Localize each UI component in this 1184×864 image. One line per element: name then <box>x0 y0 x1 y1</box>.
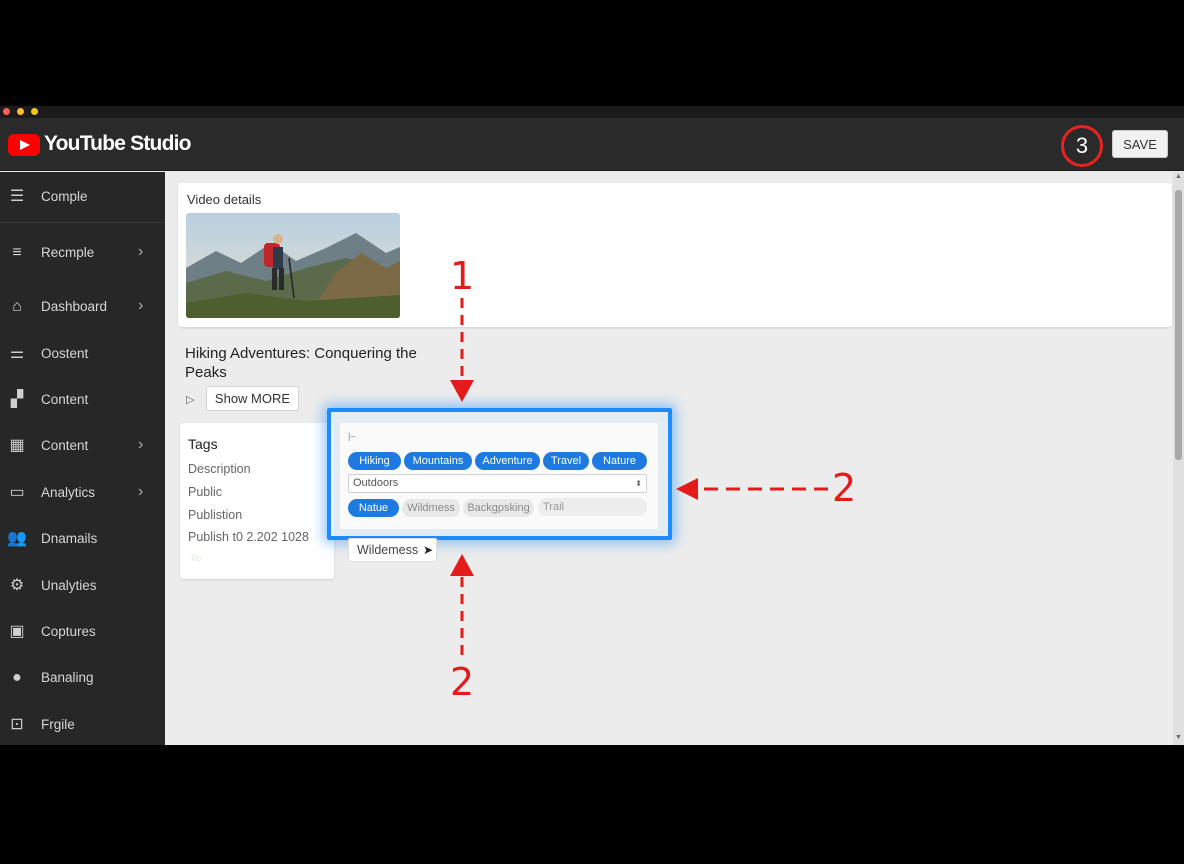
sidebar-item-coptures[interactable]: ▣ Coptures <box>0 614 165 650</box>
close-window-button[interactable] <box>3 108 10 115</box>
tag-input[interactable]: Trail <box>538 498 647 516</box>
panel-hint: |– <box>348 431 356 441</box>
publication-row[interactable]: Publistion <box>188 508 242 522</box>
sidebar-item-label: Dashboard <box>41 299 108 314</box>
tags-heading: Tags <box>188 436 218 452</box>
letterbox-top <box>0 0 1184 106</box>
sidebar-item-label: Dnamails <box>41 531 98 546</box>
tag-chip[interactable]: Nature <box>592 452 647 470</box>
vertical-scrollbar[interactable]: ▲ ▼ <box>1173 172 1184 745</box>
sidebar-item-recmple[interactable]: ≡ Recmple › <box>0 235 165 271</box>
brand-name: YouTube Studio <box>44 132 191 155</box>
save-button[interactable]: SAVE <box>1112 130 1168 158</box>
publish-date-row[interactable]: Publish t0 2.202 1028 <box>188 530 309 544</box>
suggestion-chip[interactable]: Wildmess <box>402 499 460 517</box>
feedback-icon: ⊡ <box>10 716 24 733</box>
sidebar-item-dashboard[interactable]: ⌂ Dashboard › <box>0 289 165 325</box>
maximize-window-button[interactable] <box>31 108 38 115</box>
copyright-icon: ▣ <box>9 623 25 640</box>
chevron-right-icon: › <box>138 436 144 453</box>
sidebar-item-frgile[interactable]: ⊡ Frgile <box>0 707 165 743</box>
sidebar-item-unalyties[interactable]: ⚙ Unalyties <box>0 568 165 604</box>
top-header: YouTube Studio 3 SAVE <box>0 118 1184 171</box>
suggestion-chip[interactable]: Natue <box>348 499 399 517</box>
video-thumbnail[interactable] <box>186 213 400 318</box>
sidebar-item-label: Analytics <box>41 485 96 500</box>
sidebar: ☰ Comple ≡ Recmple › ⌂ Dashboard › ⚌ Oos… <box>0 172 165 745</box>
description-row[interactable]: Description <box>188 462 251 476</box>
sidebar-item-oostent[interactable]: ⚌ Oostent <box>0 336 165 372</box>
sidebar-item-label: Content <box>41 392 89 407</box>
tag-chip[interactable]: Mountains <box>404 452 472 470</box>
title-bar <box>0 106 1184 118</box>
gear-icon: ⚙ <box>9 577 25 594</box>
annotation-number-2-right: 2 <box>832 466 857 510</box>
select-arrows-icon: ⬍ <box>635 479 642 488</box>
sidebar-item-label: Comple <box>41 189 88 204</box>
video-details-card: Video details <box>178 183 1172 327</box>
chevron-right-icon: › <box>138 483 144 500</box>
youtube-logo-icon[interactable] <box>8 134 40 156</box>
sidebar-item-label: Frgile <box>41 717 75 732</box>
grid-icon: ▦ <box>9 437 25 454</box>
chevron-right-icon: › <box>138 297 144 314</box>
show-more-button[interactable]: Show MORE <box>206 386 299 411</box>
scroll-thumb[interactable] <box>1175 190 1182 460</box>
sidebar-item-label: Unalyties <box>41 578 97 593</box>
sidebar-item-dnamails[interactable]: 👥 Dnamails <box>0 521 165 557</box>
minimize-window-button[interactable] <box>17 108 24 115</box>
sidebar-item-content[interactable]: ▞ Content <box>0 382 165 418</box>
mouse-cursor-icon: ➤ <box>423 543 434 557</box>
visibility-row[interactable]: Public <box>188 485 222 499</box>
sidebar-item-label: Oostent <box>41 346 89 361</box>
letterbox-bottom <box>0 745 1184 864</box>
sidebar-item-comple[interactable]: ☰ Comple <box>0 179 165 215</box>
play-icon[interactable]: ▷ <box>186 393 194 406</box>
list-icon: ☰ <box>9 188 25 205</box>
tag-chip[interactable]: Hiking <box>348 452 401 470</box>
sidebar-item-label: Banaling <box>41 670 94 685</box>
menu-icon: ≡ <box>12 244 22 261</box>
people-icon: 👥 <box>7 530 27 547</box>
sidebar-item-analytics[interactable]: ▭ Analytics › <box>0 475 165 511</box>
annotation-number-2-bottom: 2 <box>450 660 475 704</box>
sidebar-item-label: Recmple <box>41 245 95 260</box>
suggestion-chip[interactable]: Backgpsking <box>463 499 534 517</box>
home-icon: ⌂ <box>12 298 22 315</box>
category-select[interactable]: Outdoors ⬍ <box>348 474 647 493</box>
sidebar-item-label: Content <box>41 438 89 453</box>
annotation-number-1: 1 <box>450 254 475 298</box>
tags-card: Tags Description Public Publistion Publi… <box>180 423 334 579</box>
step-3-annotation: 3 <box>1061 125 1103 167</box>
faint-label: Tlo <box>190 554 202 563</box>
sidebar-divider <box>0 222 165 223</box>
chevron-right-icon: › <box>138 243 144 260</box>
sidebar-item-banaling[interactable]: ● Banaling <box>0 660 165 696</box>
scroll-down-icon[interactable]: ▼ <box>1175 734 1182 741</box>
scroll-up-icon[interactable]: ▲ <box>1175 173 1182 180</box>
tag-chip[interactable]: Adventure <box>475 452 540 470</box>
video-details-heading: Video details <box>187 192 262 207</box>
group-icon: ▞ <box>10 391 24 408</box>
sidebar-item-content-2[interactable]: ▦ Content › <box>0 428 165 464</box>
tag-chip[interactable]: Travel <box>543 452 589 470</box>
sliders-icon: ⚌ <box>9 345 25 362</box>
person-icon: ● <box>12 669 22 686</box>
video-title: Hiking Adventures: Conquering the Peaks <box>185 345 417 381</box>
category-select-value: Outdoors <box>353 477 399 489</box>
sidebar-item-label: Coptures <box>41 624 96 639</box>
monitor-icon: ▭ <box>9 484 25 501</box>
